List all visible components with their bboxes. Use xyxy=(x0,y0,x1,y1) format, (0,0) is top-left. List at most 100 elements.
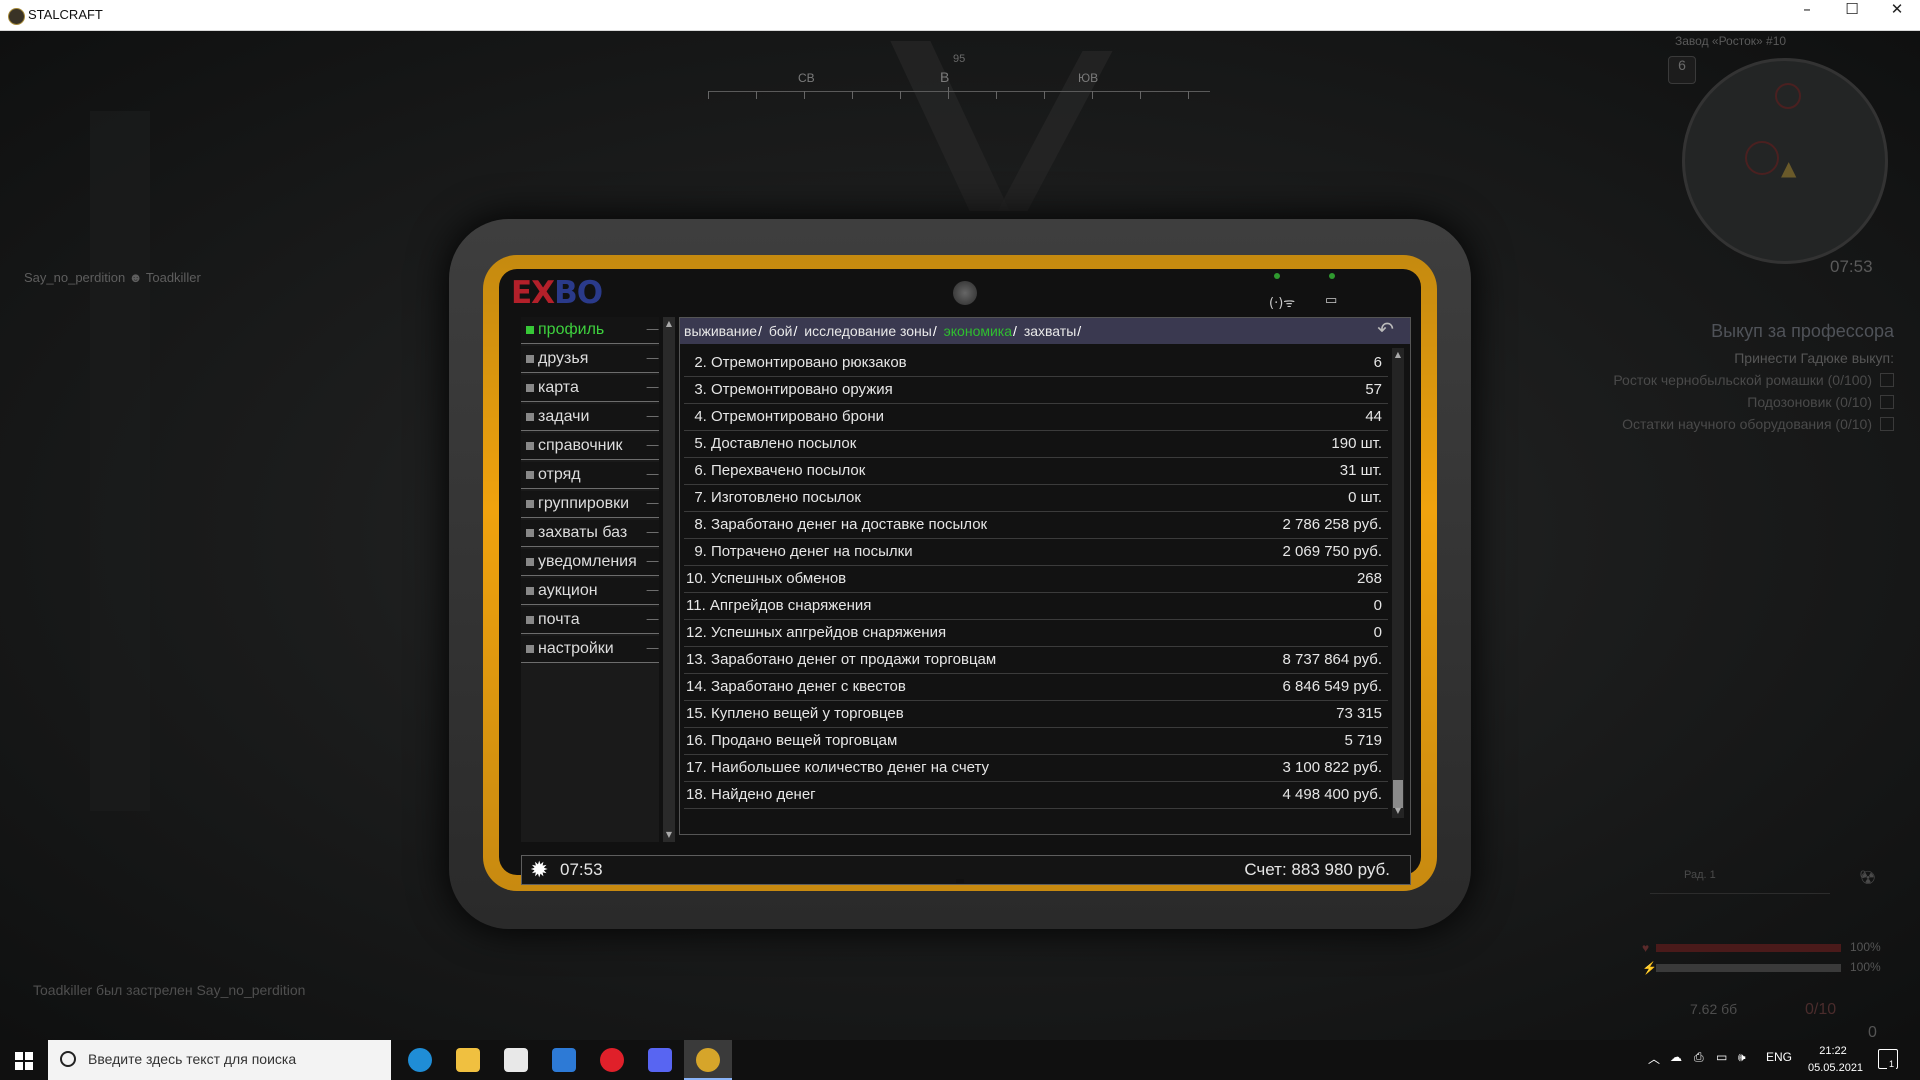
quest-subtitle: Принести Гадюке выкуп: xyxy=(1734,350,1894,366)
crumb-captures[interactable]: захваты xyxy=(1024,323,1076,339)
stat-label: 14. Заработано денег с квестов xyxy=(686,678,906,695)
stat-row: 9. Потрачено денег на посылки 2 069 750 р… xyxy=(684,539,1388,566)
stat-label: 15. Куплено вещей у торговцев xyxy=(686,705,904,722)
minimap[interactable]: ▲ xyxy=(1682,58,1888,264)
compass-label: ЮВ xyxy=(1078,71,1099,85)
stat-value: 268 xyxy=(1356,570,1382,587)
nav-item-squad[interactable]: отряд xyxy=(521,462,659,489)
stats-scrollbar[interactable]: ▲ ▼ xyxy=(1392,348,1404,818)
scroll-up-icon: ▲ xyxy=(1394,350,1402,359)
crumb-economy[interactable]: экономика xyxy=(944,323,1012,339)
windows-start-icon[interactable] xyxy=(0,1040,48,1080)
mail-icon[interactable] xyxy=(540,1040,588,1080)
stat-value: 31 шт. xyxy=(1339,462,1382,479)
network-icon[interactable]: ▭ xyxy=(1716,1050,1727,1064)
pda-frame: EXBO (·)ᯤ ▭ профиль друзья карта задачи … xyxy=(483,255,1437,891)
nav-item-map[interactable]: карта xyxy=(521,375,659,402)
tray-chevron-icon[interactable]: ︿ xyxy=(1648,1050,1660,1067)
taskbar-search-input[interactable]: Введите здесь текст для поиска xyxy=(48,1040,391,1080)
stat-value: 2 069 750 руб. xyxy=(1282,543,1383,560)
crumb-survival[interactable]: выживание xyxy=(684,323,757,339)
stat-label: 4. Отремонтировано брони xyxy=(686,408,884,425)
stat-value: 190 шт. xyxy=(1331,435,1382,452)
stat-value: 5 719 xyxy=(1344,732,1382,749)
quest-checkbox xyxy=(1880,373,1894,387)
stamina-bar-fill xyxy=(1656,964,1841,972)
pda-footer: ✹ 07:53 Счет: 883 980 руб. xyxy=(521,855,1411,885)
opera-icon[interactable] xyxy=(588,1040,636,1080)
player-nametag: Say_no_perdition ☻ Toadkiller xyxy=(24,270,201,285)
store-icon[interactable] xyxy=(492,1040,540,1080)
nav-item-auction[interactable]: аукцион xyxy=(521,578,659,605)
stat-row: 3. Отремонтировано оружия 57 xyxy=(684,377,1388,404)
scrollbar-thumb[interactable] xyxy=(1393,780,1403,808)
quest-checkbox xyxy=(1880,395,1894,409)
stalcraft-app-icon xyxy=(8,8,25,25)
usb-icon[interactable]: ⎙ xyxy=(1694,1050,1704,1065)
crumb-combat[interactable]: бой xyxy=(769,323,793,339)
volume-icon[interactable]: 🕪 xyxy=(1738,1050,1746,1065)
nav-item-factions[interactable]: группировки xyxy=(521,491,659,518)
stat-row: 16. Продано вещей торговцам 5 719 xyxy=(684,728,1388,755)
compass-label: В xyxy=(940,69,950,85)
nav-item-friends[interactable]: друзья xyxy=(521,346,659,373)
stat-row: 18. Найдено денег 4 498 400 руб. xyxy=(684,782,1388,809)
minimap-time: 07:53 xyxy=(1830,257,1873,276)
quest-item: Остатки научного оборудования (0/10) xyxy=(1613,416,1894,432)
radiation-meter: Рад. 1 0 xyxy=(1650,865,1866,894)
nav-item-reference[interactable]: справочник xyxy=(521,433,659,460)
sidebar-scrollbar[interactable]: ▲ ▼ xyxy=(663,317,675,842)
exbo-logo: EXBO xyxy=(511,275,603,311)
stat-label: 2. Отремонтировано рюкзаков xyxy=(686,354,907,371)
stat-value: 4 498 400 руб. xyxy=(1282,786,1383,803)
compass: 95 СВ В ЮВ xyxy=(708,47,1210,107)
stat-row: 14. Заработано денег с квестов 6 846 549 … xyxy=(684,674,1388,701)
nav-item-settings[interactable]: настройки xyxy=(521,636,659,663)
stat-label: 6. Перехвачено посылок xyxy=(686,462,866,479)
file-explorer-icon[interactable] xyxy=(444,1040,492,1080)
stat-value: 0 шт. xyxy=(1348,489,1382,506)
scroll-up-icon: ▲ xyxy=(665,319,673,328)
scroll-down-icon: ▼ xyxy=(665,830,673,839)
compass-label: СВ xyxy=(798,71,815,85)
stat-value: 8 737 864 руб. xyxy=(1282,651,1383,668)
back-arrow-icon[interactable]: ↶ xyxy=(1377,317,1394,341)
onedrive-icon[interactable]: ☁ xyxy=(1670,1050,1682,1064)
sun-icon: ✹ xyxy=(530,857,549,882)
language-indicator[interactable]: ENG xyxy=(1766,1050,1792,1064)
notification-count: 1 xyxy=(1887,1059,1897,1069)
stat-label: 10. Успешных обменов xyxy=(686,570,847,587)
compass-heading: 95 xyxy=(953,53,966,65)
stat-value: 0 xyxy=(1373,597,1382,614)
ammo-type: 7.62 бб xyxy=(1690,1001,1738,1017)
pda-sidebar: профиль друзья карта задачи справочник о… xyxy=(521,317,659,842)
stat-label: 8. Заработано денег на доставке посылок xyxy=(686,516,988,533)
stats-panel: выживание/ бой/ исследование зоны/ эконо… xyxy=(679,317,1411,835)
nav-item-notifications[interactable]: уведомления xyxy=(521,549,659,576)
minimap-level: 6 xyxy=(1668,56,1696,84)
minimap-zone-name: Завод «Росток» #10 xyxy=(1675,34,1787,48)
nav-item-tasks[interactable]: задачи xyxy=(521,404,659,431)
discord-icon[interactable] xyxy=(636,1040,684,1080)
taskbar-clock[interactable]: 21:22 05.05.2021 xyxy=(1808,1043,1863,1077)
signal-led xyxy=(1274,273,1280,279)
stat-value: 57 xyxy=(1365,381,1382,398)
stalcraft-icon[interactable] xyxy=(684,1040,732,1080)
scroll-down-icon: ▼ xyxy=(1394,806,1402,815)
quest-title: Выкуп за профессора xyxy=(1711,321,1894,341)
close-button[interactable]: ✕ xyxy=(1874,0,1920,30)
edge-icon[interactable] xyxy=(396,1040,444,1080)
crumb-zone-exploration[interactable]: исследование зоны xyxy=(804,323,932,339)
tablet-button xyxy=(956,879,964,883)
taskbar: Введите здесь текст для поиска ︿ ☁ ⎙ ▭ 🕪… xyxy=(0,1040,1920,1080)
nav-item-base-captures[interactable]: захваты баз xyxy=(521,520,659,547)
nav-item-profile[interactable]: профиль xyxy=(521,317,659,344)
stat-value: 6 xyxy=(1373,354,1382,371)
nav-item-mail[interactable]: почта xyxy=(521,607,659,634)
stat-row: 10. Успешных обменов 268 xyxy=(684,566,1388,593)
game-viewport: 95 СВ В ЮВ Say_no_perdition ☻ Toadkiller… xyxy=(0,31,1920,1040)
player-arrow-icon: ▲ xyxy=(1781,156,1797,180)
maximize-button[interactable]: ☐ xyxy=(1829,0,1875,30)
minimize-button[interactable]: – xyxy=(1784,0,1830,30)
stamina-bar xyxy=(1656,964,1841,972)
